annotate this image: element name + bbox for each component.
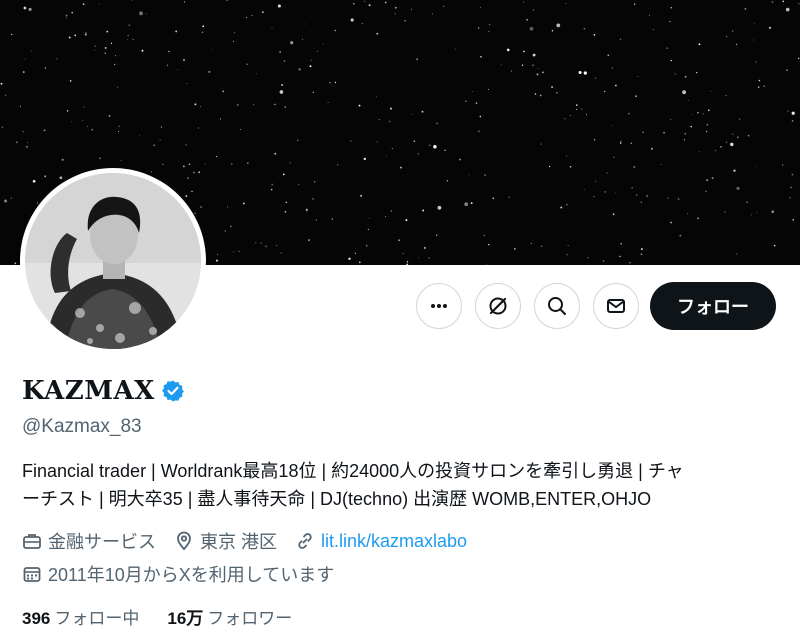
profile-page: フォロー KAZMAX @Kazmax_83 Financial trader …	[0, 0, 800, 642]
bio-line: ーチスト | 明大卒35 | 盡人事待天命 | DJ(techno) 出演歴 W…	[22, 489, 652, 509]
avatar[interactable]	[20, 168, 206, 354]
follow-button[interactable]: フォロー	[650, 282, 776, 330]
follow-stats: 396 フォロー中 16万 フォロワー	[22, 604, 320, 629]
search-icon	[548, 297, 566, 315]
website-link[interactable]: lit.link/kazmaxlabo	[321, 531, 467, 552]
followers-stat[interactable]: 16万 フォロワー	[167, 604, 292, 629]
website-item[interactable]: lit.link/kazmaxlabo	[295, 531, 467, 552]
following-label: フォロー中	[54, 609, 140, 628]
location-label: 東京 港区	[200, 532, 278, 552]
user-handle: @Kazmax_83	[22, 416, 142, 437]
following-count: 396	[22, 609, 51, 628]
display-name-row: KAZMAX	[22, 376, 185, 406]
mail-icon	[607, 299, 625, 313]
followers-label: フォロワー	[207, 609, 293, 628]
bio-line: Financial trader | Worldrank最高18位 | 約240…	[22, 461, 684, 481]
following-stat[interactable]: 396 フォロー中	[22, 604, 139, 629]
grok-icon	[489, 297, 507, 315]
more-icon	[431, 304, 447, 308]
avatar-photo	[25, 173, 201, 349]
briefcase-icon	[23, 534, 41, 549]
message-button[interactable]	[593, 283, 639, 329]
profile-bio: Financial trader | Worldrank最高18位 | 約240…	[22, 457, 782, 513]
category-item: 金融サービス	[22, 528, 156, 554]
category-label: 金融サービス	[48, 532, 156, 552]
more-button[interactable]	[416, 283, 462, 329]
location-item: 東京 港区	[174, 528, 277, 554]
link-icon	[298, 533, 312, 549]
display-name: KAZMAX	[22, 376, 155, 406]
followers-count: 16万	[167, 609, 204, 628]
profile-meta-joined: 2011年10月からXを利用しています	[22, 561, 352, 587]
joined-item: 2011年10月からXを利用しています	[22, 561, 334, 587]
verified-badge-icon[interactable]	[161, 379, 185, 403]
grok-button[interactable]	[475, 283, 521, 329]
search-button[interactable]	[534, 283, 580, 329]
location-pin-icon	[177, 531, 191, 551]
joined-label: 2011年10月からXを利用しています	[48, 565, 335, 585]
calendar-icon	[23, 567, 41, 582]
profile-actions: フォロー	[416, 282, 776, 330]
profile-meta: 金融サービス 東京 港区 lit.link/kazmaxlabo	[22, 528, 485, 554]
